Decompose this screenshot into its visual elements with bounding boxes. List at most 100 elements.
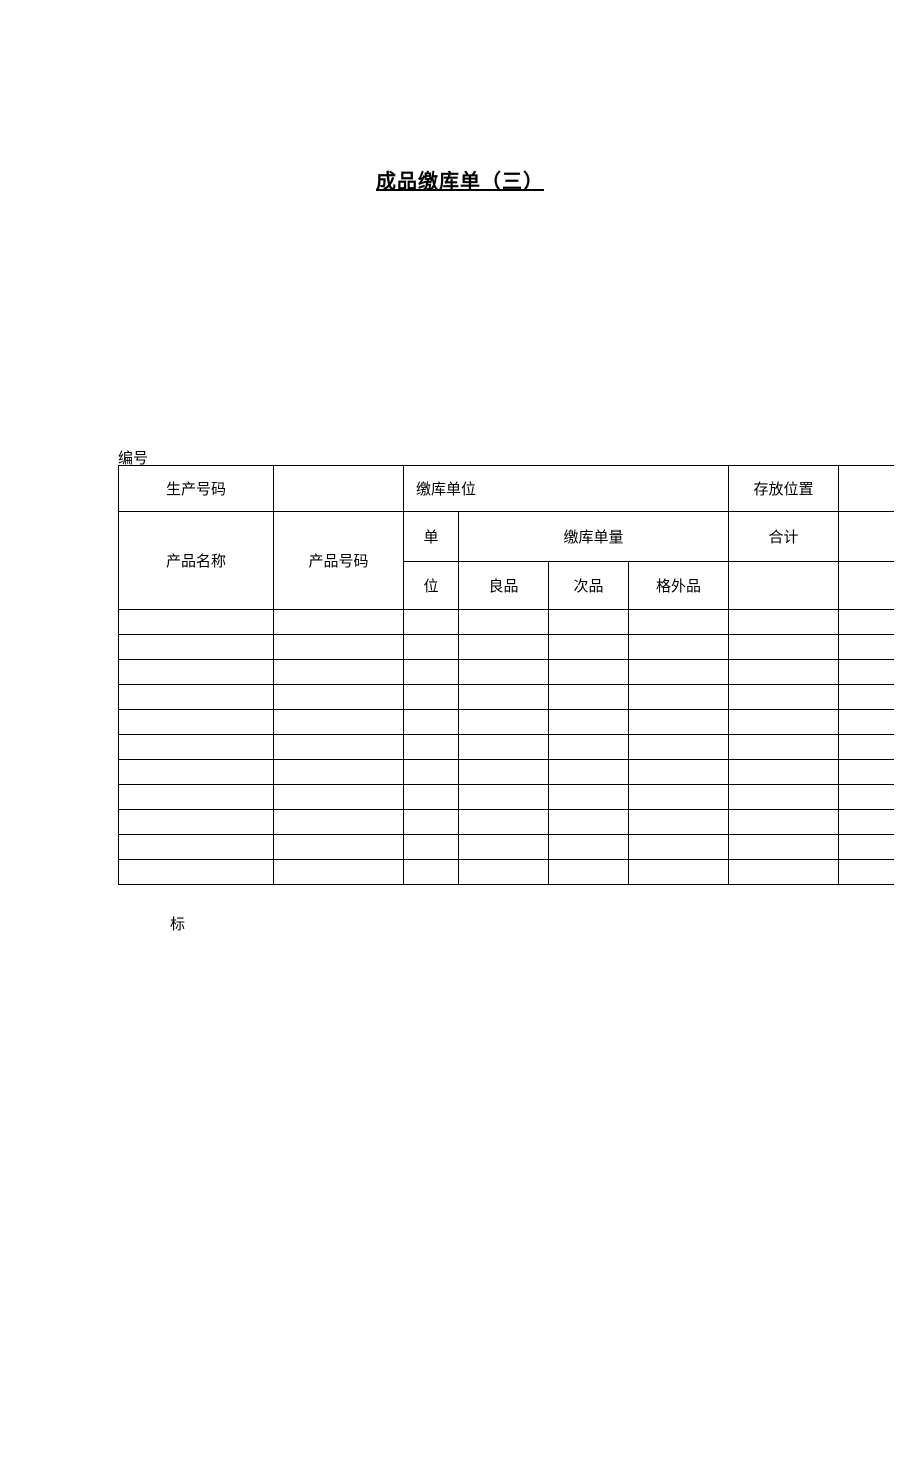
- cell-blank: [839, 685, 894, 710]
- cell-blank: [839, 835, 894, 860]
- cell-productName: [119, 860, 274, 885]
- cell-defective: [549, 660, 629, 685]
- cell-unit: [404, 835, 459, 860]
- header-row-1: 生产号码 缴库单位 存放位置: [119, 466, 894, 512]
- cell-productName: [119, 785, 274, 810]
- cell-defective: [549, 610, 629, 635]
- cell-unit: [404, 660, 459, 685]
- cell-productNumber: [274, 610, 404, 635]
- header-product-number: 产品号码: [274, 512, 404, 610]
- header-good: 良品: [459, 562, 549, 610]
- header-row-2: 产品名称 产品号码 单 缴库单量 合计: [119, 512, 894, 562]
- cell-blank: [839, 810, 894, 835]
- cell-extra: [629, 685, 729, 710]
- cell-total: [729, 785, 839, 810]
- cell-defective: [549, 810, 629, 835]
- cell-productName: [119, 760, 274, 785]
- cell-unit: [404, 785, 459, 810]
- table-row: [119, 810, 894, 835]
- table-row: [119, 710, 894, 735]
- cell-unit: [404, 860, 459, 885]
- cell-productNumber: [274, 860, 404, 885]
- cell-extra: [629, 760, 729, 785]
- cell-defective: [549, 760, 629, 785]
- cell-extra: [629, 860, 729, 885]
- cell-productNumber: [274, 810, 404, 835]
- cell-productName: [119, 735, 274, 760]
- cell-productName: [119, 660, 274, 685]
- header-product-name: 产品名称: [119, 512, 274, 610]
- cell-total: [729, 735, 839, 760]
- cell-productName: [119, 810, 274, 835]
- cell-productNumber: [274, 760, 404, 785]
- cell-productNumber: [274, 735, 404, 760]
- cell-defective: [549, 635, 629, 660]
- header-blank-top: [839, 512, 894, 562]
- cell-extra: [629, 810, 729, 835]
- table-row: [119, 785, 894, 810]
- cell-blank: [839, 760, 894, 785]
- cell-good: [459, 660, 549, 685]
- header-production-number: 生产号码: [119, 466, 274, 512]
- header-blank-sub: [839, 562, 894, 610]
- page-title: 成品缴库单（三）: [0, 165, 920, 194]
- cell-unit: [404, 685, 459, 710]
- cell-total: [729, 710, 839, 735]
- cell-total: [729, 760, 839, 785]
- cell-defective: [549, 710, 629, 735]
- cell-good: [459, 785, 549, 810]
- cell-good: [459, 860, 549, 885]
- form-table: 生产号码 缴库单位 存放位置 产品名称 产品号码 单 缴库单量 合计 位 良品 …: [118, 465, 894, 885]
- cell-productName: [119, 610, 274, 635]
- cell-good: [459, 735, 549, 760]
- cell-productNumber: [274, 685, 404, 710]
- cell-total: [729, 860, 839, 885]
- cell-good: [459, 835, 549, 860]
- cell-extra: [629, 710, 729, 735]
- cell-unit: [404, 710, 459, 735]
- table-row: [119, 860, 894, 885]
- cell-productNumber: [274, 710, 404, 735]
- cell-blank: [839, 660, 894, 685]
- cell-good: [459, 635, 549, 660]
- cell-blank: [839, 610, 894, 635]
- cell-productName: [119, 835, 274, 860]
- cell-total: [729, 835, 839, 860]
- table-row: [119, 735, 894, 760]
- table-row: [119, 835, 894, 860]
- header-unit-top: 单: [404, 512, 459, 562]
- cell-good: [459, 810, 549, 835]
- cell-blank: [839, 785, 894, 810]
- cell-total: [729, 685, 839, 710]
- cell-blank: [839, 710, 894, 735]
- cell-defective: [549, 860, 629, 885]
- header-deposit-quantity: 缴库单量: [459, 512, 729, 562]
- header-unit-bottom: 位: [404, 562, 459, 610]
- header-deposit-unit: 缴库单位: [404, 466, 729, 512]
- cell-total: [729, 635, 839, 660]
- cell-good: [459, 610, 549, 635]
- cell-extra: [629, 660, 729, 685]
- cell-blank: [839, 735, 894, 760]
- header-total: 合计: [729, 512, 839, 562]
- table-row: [119, 760, 894, 785]
- cell-extra: [629, 635, 729, 660]
- header-production-number-value: [274, 466, 404, 512]
- cell-blank: [839, 635, 894, 660]
- cell-good: [459, 685, 549, 710]
- cell-unit: [404, 810, 459, 835]
- cell-productName: [119, 710, 274, 735]
- cell-unit: [404, 735, 459, 760]
- cell-unit: [404, 635, 459, 660]
- cell-productNumber: [274, 635, 404, 660]
- cell-unit: [404, 760, 459, 785]
- cell-extra: [629, 785, 729, 810]
- cell-total: [729, 660, 839, 685]
- header-storage-location-value: [839, 466, 894, 512]
- cell-productNumber: [274, 785, 404, 810]
- header-total-sub: [729, 562, 839, 610]
- cell-good: [459, 760, 549, 785]
- cell-defective: [549, 785, 629, 810]
- cell-extra: [629, 835, 729, 860]
- cell-productName: [119, 635, 274, 660]
